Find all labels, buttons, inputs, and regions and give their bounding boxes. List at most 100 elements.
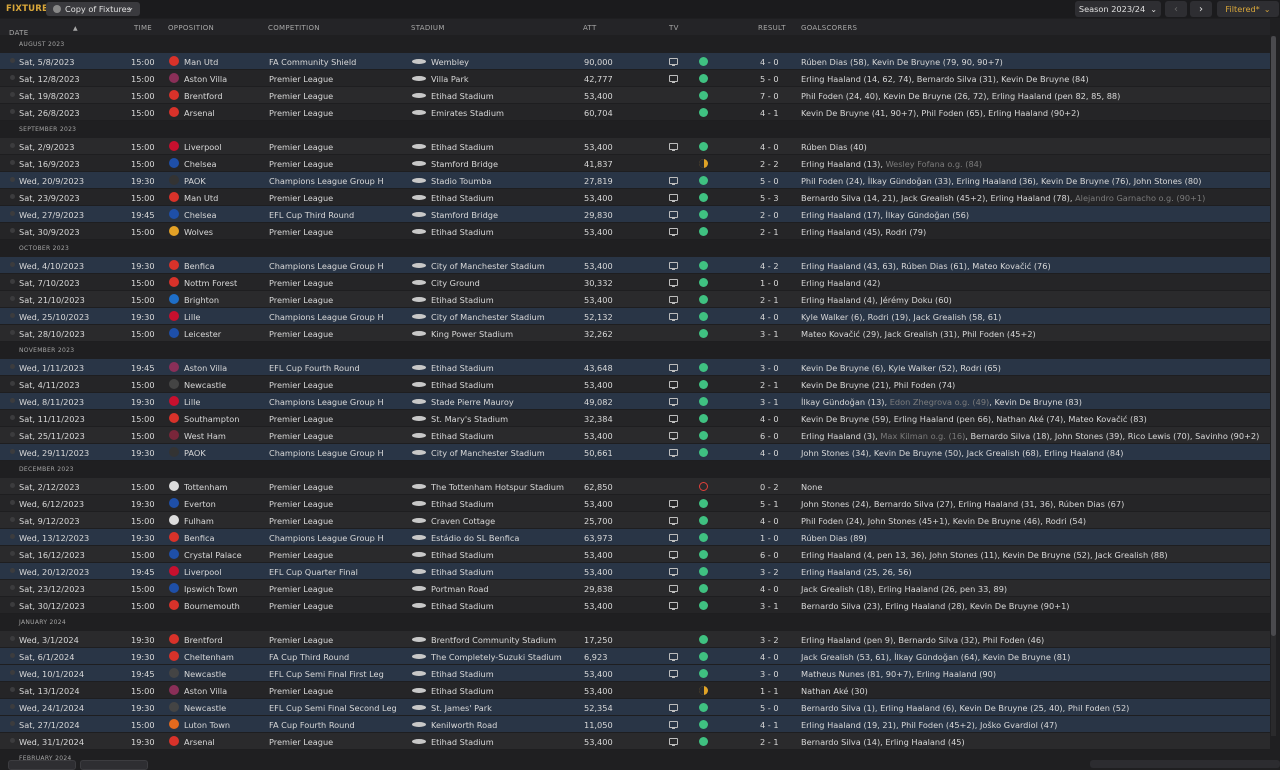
opposition-link[interactable]: Newcastle	[184, 380, 226, 390]
stadium-link[interactable]: Villa Park	[431, 74, 469, 84]
opposition-link[interactable]: Bournemouth	[184, 601, 240, 611]
fixture-row[interactable]: Sat, 23/9/2023 15:00 Man Utd Premier League…	[0, 189, 1270, 206]
stadium-link[interactable]: Brentford Community Stadium	[431, 635, 556, 645]
fixture-row[interactable]: Wed, 25/10/2023 19:30 Lille Champions Leagu…	[0, 308, 1270, 325]
opposition-link[interactable]: Luton Town	[184, 720, 230, 730]
competition-link[interactable]: FA Cup Third Round	[269, 652, 349, 662]
opposition-link[interactable]: Chelsea	[184, 159, 217, 169]
opposition-link[interactable]: West Ham	[184, 431, 226, 441]
stadium-link[interactable]: Etihad Stadium	[431, 91, 494, 101]
competition-link[interactable]: Premier League	[269, 550, 333, 560]
opposition-link[interactable]: Fulham	[184, 516, 214, 526]
match-result[interactable]: 3 - 1	[760, 397, 779, 407]
stadium-link[interactable]: Etihad Stadium	[431, 431, 494, 441]
competition-link[interactable]: Premier League	[269, 499, 333, 509]
stadium-link[interactable]: Estádio do SL Benfica	[431, 533, 519, 543]
fixture-row[interactable]: Sat, 5/8/2023 15:00 Man Utd FA Community Sh…	[0, 53, 1270, 70]
bottom-button-second[interactable]	[80, 760, 148, 770]
opposition-link[interactable]: Leicester	[184, 329, 221, 339]
fixture-row[interactable]: Sat, 30/9/2023 15:00 Wolves Premier League E…	[0, 223, 1270, 240]
match-result[interactable]: 5 - 0	[760, 176, 779, 186]
match-result[interactable]: 3 - 1	[760, 601, 779, 611]
match-result[interactable]: 2 - 1	[760, 227, 779, 237]
stadium-link[interactable]: City Ground	[431, 278, 480, 288]
stadium-link[interactable]: Etihad Stadium	[431, 737, 494, 747]
opposition-link[interactable]: Brentford	[184, 91, 223, 101]
opposition-link[interactable]: PAOK	[184, 448, 206, 458]
fixture-row[interactable]: Wed, 20/12/2023 19:45 Liverpool EFL Cup Qua…	[0, 563, 1270, 580]
opposition-link[interactable]: Man Utd	[184, 57, 218, 67]
competition-link[interactable]: Premier League	[269, 516, 333, 526]
match-result[interactable]: 2 - 1	[760, 737, 779, 747]
fixture-row[interactable]: Wed, 29/11/2023 19:30 PAOK Champions League…	[0, 444, 1270, 461]
stadium-link[interactable]: Stade Pierre Mauroy	[431, 397, 514, 407]
stadium-link[interactable]: Etihad Stadium	[431, 601, 494, 611]
competition-link[interactable]: Premier League	[269, 108, 333, 118]
column-header-time[interactable]: TIME	[134, 24, 152, 32]
fixture-row[interactable]: Sat, 7/10/2023 15:00 Nottm Forest Premier L…	[0, 274, 1270, 291]
match-result[interactable]: 3 - 0	[760, 363, 779, 373]
opposition-link[interactable]: Aston Villa	[184, 74, 227, 84]
scrollbar[interactable]	[1271, 36, 1276, 736]
opposition-link[interactable]: Ipswich Town	[184, 584, 238, 594]
competition-link[interactable]: FA Cup Fourth Round	[269, 720, 355, 730]
opposition-link[interactable]: Liverpool	[184, 567, 222, 577]
competition-link[interactable]: EFL Cup Quarter Final	[269, 567, 358, 577]
stadium-link[interactable]: King Power Stadium	[431, 329, 513, 339]
competition-link[interactable]: Premier League	[269, 737, 333, 747]
competition-link[interactable]: Premier League	[269, 193, 333, 203]
match-result[interactable]: 3 - 0	[760, 669, 779, 679]
fixture-row[interactable]: Sat, 28/10/2023 15:00 Leicester Premier Lea…	[0, 325, 1270, 342]
opposition-link[interactable]: Crystal Palace	[184, 550, 242, 560]
column-header-att[interactable]: ATT	[583, 24, 597, 32]
opposition-link[interactable]: Nottm Forest	[184, 278, 237, 288]
match-result[interactable]: 4 - 0	[760, 312, 779, 322]
fixture-row[interactable]: Wed, 24/1/2024 19:30 Newcastle EFL Cup Semi…	[0, 699, 1270, 716]
match-result[interactable]: 4 - 1	[760, 108, 779, 118]
view-dropdown[interactable]: Copy of Fixtures ⌄	[46, 2, 140, 16]
competition-link[interactable]: Champions League Group H	[269, 176, 384, 186]
competition-link[interactable]: Premier League	[269, 686, 333, 696]
fixture-row[interactable]: Wed, 10/1/2024 19:45 Newcastle EFL Cup Semi…	[0, 665, 1270, 682]
competition-link[interactable]: Premier League	[269, 380, 333, 390]
fixture-row[interactable]: Wed, 3/1/2024 19:30 Brentford Premier Leagu…	[0, 631, 1270, 648]
fixture-row[interactable]: Sat, 21/10/2023 15:00 Brighton Premier Leag…	[0, 291, 1270, 308]
match-result[interactable]: 4 - 0	[760, 57, 779, 67]
stadium-link[interactable]: City of Manchester Stadium	[431, 312, 545, 322]
fixture-row[interactable]: Sat, 13/1/2024 15:00 Aston Villa Premier Le…	[0, 682, 1270, 699]
column-header-date[interactable]: DATE ▲	[9, 24, 78, 37]
competition-link[interactable]: Premier League	[269, 414, 333, 424]
fixture-row[interactable]: Sat, 2/9/2023 15:00 Liverpool Premier Leagu…	[0, 138, 1270, 155]
stadium-link[interactable]: Etihad Stadium	[431, 380, 494, 390]
competition-link[interactable]: Premier League	[269, 431, 333, 441]
competition-link[interactable]: Premier League	[269, 159, 333, 169]
stadium-link[interactable]: The Tottenham Hotspur Stadium	[431, 482, 564, 492]
stadium-link[interactable]: City of Manchester Stadium	[431, 448, 545, 458]
match-result[interactable]: 5 - 0	[760, 703, 779, 713]
match-result[interactable]: 1 - 0	[760, 278, 779, 288]
fixture-row[interactable]: Wed, 4/10/2023 19:30 Benfica Champions Leag…	[0, 257, 1270, 274]
stadium-link[interactable]: Etihad Stadium	[431, 142, 494, 152]
fixture-row[interactable]: Sat, 19/8/2023 15:00 Brentford Premier Leag…	[0, 87, 1270, 104]
fixture-row[interactable]: Wed, 8/11/2023 19:30 Lille Champions League…	[0, 393, 1270, 410]
match-result[interactable]: 1 - 1	[760, 686, 779, 696]
match-result[interactable]: 4 - 0	[760, 414, 779, 424]
fixture-row[interactable]: Sat, 9/12/2023 15:00 Fulham Premier League C…	[0, 512, 1270, 529]
stadium-link[interactable]: Etihad Stadium	[431, 363, 494, 373]
stadium-link[interactable]: Stamford Bridge	[431, 210, 498, 220]
opposition-link[interactable]: Aston Villa	[184, 686, 227, 696]
stadium-link[interactable]: Etihad Stadium	[431, 567, 494, 577]
opposition-link[interactable]: Benfica	[184, 261, 215, 271]
stadium-link[interactable]: The Completely-Suzuki Stadium	[431, 652, 562, 662]
competition-link[interactable]: EFL Cup Semi Final Second Leg	[269, 703, 397, 713]
stadium-link[interactable]: Stadio Toumba	[431, 176, 492, 186]
stadium-link[interactable]: Wembley	[431, 57, 469, 67]
competition-link[interactable]: Champions League Group H	[269, 261, 384, 271]
opposition-link[interactable]: Aston Villa	[184, 363, 227, 373]
fixture-row[interactable]: Sat, 30/12/2023 15:00 Bournemouth Premier L…	[0, 597, 1270, 614]
opposition-link[interactable]: Arsenal	[184, 737, 215, 747]
fixture-row[interactable]: Wed, 20/9/2023 19:30 PAOK Champions League …	[0, 172, 1270, 189]
stadium-link[interactable]: Etihad Stadium	[431, 669, 494, 679]
competition-link[interactable]: Champions League Group H	[269, 312, 384, 322]
opposition-link[interactable]: Lille	[184, 397, 200, 407]
